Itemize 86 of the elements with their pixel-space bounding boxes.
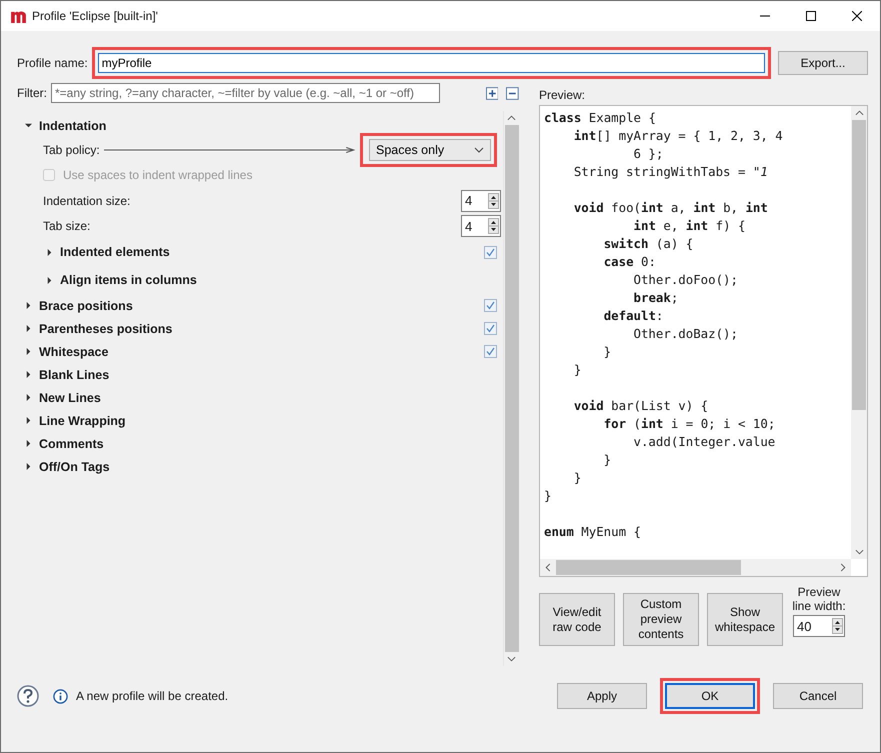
line-width-label: Preview line width: xyxy=(791,585,847,613)
checked-checkbox-icon[interactable] xyxy=(484,246,497,258)
code-line: void foo(int a, int b, int xyxy=(572,199,768,217)
code-line: v.add(Integer.value xyxy=(632,433,776,451)
code-line: case 0: xyxy=(602,253,656,271)
maximize-icon[interactable] xyxy=(806,11,816,21)
expand-arrow-icon[interactable] xyxy=(25,325,32,332)
scroll-up-icon[interactable] xyxy=(854,110,864,116)
collapse-all-icon[interactable] xyxy=(506,86,519,100)
scroll-up-icon[interactable] xyxy=(507,115,516,121)
tree-item[interactable]: Blank Lines xyxy=(25,368,110,382)
close-icon[interactable] xyxy=(852,11,862,21)
code-line: for (int i = 0; i < 10; xyxy=(602,415,776,433)
chevron-down-icon xyxy=(474,147,484,153)
tree-item[interactable]: New Lines xyxy=(25,390,101,404)
number-spinner[interactable]: 4 xyxy=(461,215,501,237)
tab-policy-dropdown[interactable]: Spaces only xyxy=(369,139,491,161)
tree-item[interactable]: Line Wrapping xyxy=(25,414,126,428)
number-spinner[interactable]: 40 xyxy=(793,615,845,637)
code-line: 6 }; xyxy=(632,145,664,163)
expand-arrow-icon[interactable] xyxy=(25,371,32,378)
code-line: void bar(List v) { xyxy=(572,397,708,415)
dialog-button[interactable]: Apply xyxy=(557,683,647,709)
code-line: Other.doBaz(); xyxy=(632,325,738,343)
code-line: } xyxy=(572,469,582,487)
status-message: A new profile will be created. xyxy=(76,689,228,703)
scroll-left-icon[interactable] xyxy=(545,563,551,572)
preview-option-button[interactable]: Show whitespace xyxy=(707,593,783,646)
code-line: break; xyxy=(632,289,678,307)
dialog-button[interactable]: OK xyxy=(665,683,755,709)
setting-label: Indentation size: xyxy=(43,194,130,208)
tree-item[interactable]: Whitespace xyxy=(25,344,108,358)
expand-arrow-icon[interactable] xyxy=(25,394,32,401)
code-line: enum MyEnum { xyxy=(544,523,641,541)
checkbox-label: Use spaces to indent wrapped lines xyxy=(63,168,252,182)
code-line: default: xyxy=(602,307,664,325)
app-logo-icon xyxy=(11,10,26,22)
expand-all-icon[interactable] xyxy=(486,86,498,100)
code-line: } xyxy=(544,487,552,505)
tree-item[interactable]: Indented elements xyxy=(46,245,170,259)
preview-option-button[interactable]: Custom preview contents xyxy=(623,593,699,646)
scrollbar[interactable] xyxy=(540,559,851,576)
expand-arrow-icon[interactable] xyxy=(46,276,53,284)
scroll-down-icon[interactable] xyxy=(854,549,864,555)
tree-item[interactable]: Comments xyxy=(25,436,104,450)
tree-item[interactable]: Parentheses positions xyxy=(25,322,172,336)
expand-arrow-icon[interactable] xyxy=(25,348,32,355)
help-icon[interactable] xyxy=(17,685,39,707)
code-line: Other.doFoo(); xyxy=(632,271,738,289)
tab-policy-label: Tab policy: xyxy=(43,143,100,157)
preview-label: Preview: xyxy=(539,87,586,104)
expand-arrow-icon[interactable] xyxy=(25,302,32,309)
scroll-right-icon[interactable] xyxy=(840,563,846,572)
checked-checkbox-icon[interactable] xyxy=(484,345,497,358)
number-spinner[interactable]: 4 xyxy=(461,190,501,212)
checked-checkbox-icon[interactable] xyxy=(484,299,497,312)
expand-arrow-icon[interactable] xyxy=(46,248,53,256)
tree-item[interactable]: Brace positions xyxy=(25,298,133,312)
code-line: } xyxy=(602,343,612,361)
expand-arrow-icon[interactable] xyxy=(25,417,32,424)
scrollbar[interactable] xyxy=(851,106,867,559)
profile-name-field[interactable]: myProfile xyxy=(98,53,765,73)
tree-item[interactable]: Indentation xyxy=(25,118,106,132)
code-line: class Example { xyxy=(544,109,656,127)
filter-field[interactable]: *=any string, ?=any character, ~=filter by value (e.g. ~all, ~1 or ~off) xyxy=(51,83,440,103)
dialog-button[interactable]: Cancel xyxy=(773,683,863,709)
code-line: } xyxy=(602,451,612,469)
code-line: int e, int f) { xyxy=(632,217,746,235)
scroll-down-icon[interactable] xyxy=(507,656,516,662)
window-title: Profile 'Eclipse [built-in]' xyxy=(32,9,158,23)
profile-name-label: Profile name: xyxy=(17,56,88,70)
collapse-arrow-icon[interactable] xyxy=(25,122,32,129)
code-line: int[] myArray = { 1, 2, 3, 4 xyxy=(572,127,783,145)
expand-arrow-icon[interactable] xyxy=(25,463,32,470)
tree-item[interactable]: Off/On Tags xyxy=(25,460,110,474)
export-button[interactable]: Export... xyxy=(778,51,868,75)
checked-checkbox-icon[interactable] xyxy=(484,322,497,335)
code-line: switch (a) { xyxy=(602,235,694,253)
filter-label: Filter: xyxy=(17,86,47,100)
code-line: String stringWithTabs = "1 xyxy=(572,163,768,181)
tree-item[interactable]: Align items in columns xyxy=(46,273,197,287)
info-icon xyxy=(53,688,68,704)
code-line: } xyxy=(572,361,582,379)
preview-option-button[interactable]: View/edit raw code xyxy=(539,593,615,646)
setting-label: Tab size: xyxy=(43,219,90,233)
expand-arrow-icon[interactable] xyxy=(25,440,32,447)
